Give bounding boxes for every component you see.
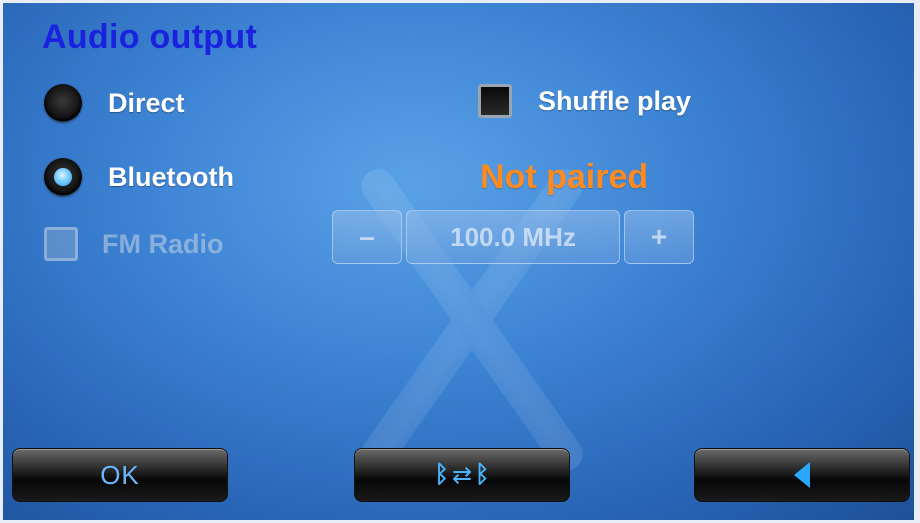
bluetooth-icon: ᛒ <box>434 461 449 488</box>
bluetooth-label: Bluetooth <box>108 161 234 192</box>
pairing-status: Not paired <box>480 158 649 196</box>
frequency-display: 100.0 MHz <box>406 210 620 264</box>
shuffle-play-checkbox[interactable] <box>478 84 512 118</box>
frequency-plus-button: + <box>624 210 694 264</box>
fm-radio-label: FM Radio <box>102 228 224 259</box>
frequency-minus-button: – <box>332 210 402 264</box>
option-shuffle-play[interactable]: Shuffle play <box>478 84 691 118</box>
bluetooth-pair-button[interactable]: ᛒ ⇄ ᛒ <box>354 448 570 502</box>
fm-radio-checkbox <box>44 227 78 261</box>
ok-button[interactable]: OK <box>12 448 228 502</box>
page-title: Audio output <box>42 18 258 56</box>
ok-label: OK <box>100 459 140 490</box>
shuffle-play-label: Shuffle play <box>538 85 692 116</box>
bluetooth-pair-icons: ᛒ ⇄ ᛒ <box>435 461 490 490</box>
option-bluetooth[interactable]: Bluetooth <box>44 158 234 196</box>
bluetooth-radio[interactable] <box>44 158 82 196</box>
option-fm-radio: FM Radio <box>44 227 224 261</box>
back-triangle-icon <box>794 462 810 488</box>
swap-arrows-icon: ⇄ <box>451 461 473 489</box>
back-button[interactable] <box>694 448 910 502</box>
direct-radio[interactable] <box>44 84 82 122</box>
option-direct[interactable]: Direct <box>44 84 185 122</box>
fm-tuner: – 100.0 MHz + <box>332 210 694 264</box>
bluetooth-icon-right: ᛒ <box>475 461 490 488</box>
direct-label: Direct <box>108 87 185 118</box>
